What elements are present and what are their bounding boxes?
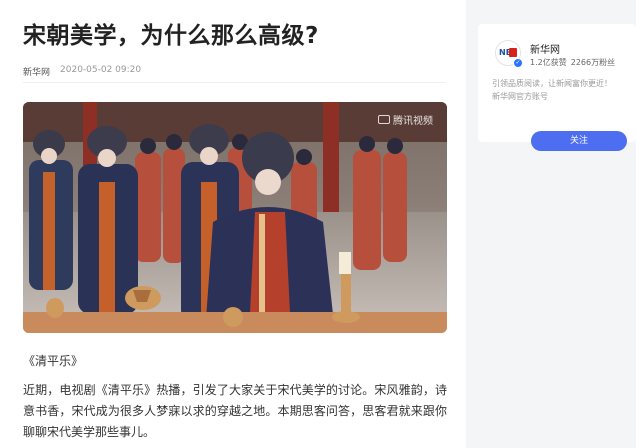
author-avatar[interactable]: NE ✓ [495,40,523,68]
verified-icon: ✓ [513,58,523,68]
article-title: 宋朝美学，为什么那么高级? [23,23,319,49]
author-desc-line-2: 新华网官方账号 [492,92,548,101]
article-meta: 新华网 2020-05-02 09:20 [23,65,141,78]
watermark-text: 腾讯视频 [393,116,433,127]
article-time: 2020-05-02 09:20 [60,65,142,75]
article-video[interactable]: 腾讯视频 [23,102,447,333]
article-paragraph: 近期，电视剧《清平乐》热播，引发了大家关于宋代美学的讨论。宋风雅韵，诗意书香，宋… [23,383,447,439]
article-main: 宋朝美学，为什么那么高级? 新华网 2020-05-02 09:20 腾讯视频 … [0,0,466,448]
video-watermark: 腾讯视频 [378,112,433,127]
xinhua-logo: NE [499,47,517,59]
media-caption: 《清平乐》 [23,354,84,368]
article-source[interactable]: 新华网 [23,65,50,78]
author-name[interactable]: 新华网 [530,41,560,56]
follow-button[interactable]: 关注 [531,131,627,151]
likes-count: 1.2亿获赞 [530,58,567,67]
author-card: NE ✓ 新华网 1.2亿获赞 2266万粉丝 引领品质阅读，让新闻富你更近！ … [478,24,636,151]
author-desc-line-1: 引领品质阅读，让新闻富你更近！ [492,79,612,88]
video-frame-image [23,102,447,333]
fans-count: 2266万粉丝 [570,58,616,67]
divider [23,82,445,83]
author-description: 引领品质阅读，让新闻富你更近！ 新华网官方账号 [492,77,632,103]
video-play-icon [378,115,390,124]
author-stats: 1.2亿获赞 2266万粉丝 [530,57,615,68]
